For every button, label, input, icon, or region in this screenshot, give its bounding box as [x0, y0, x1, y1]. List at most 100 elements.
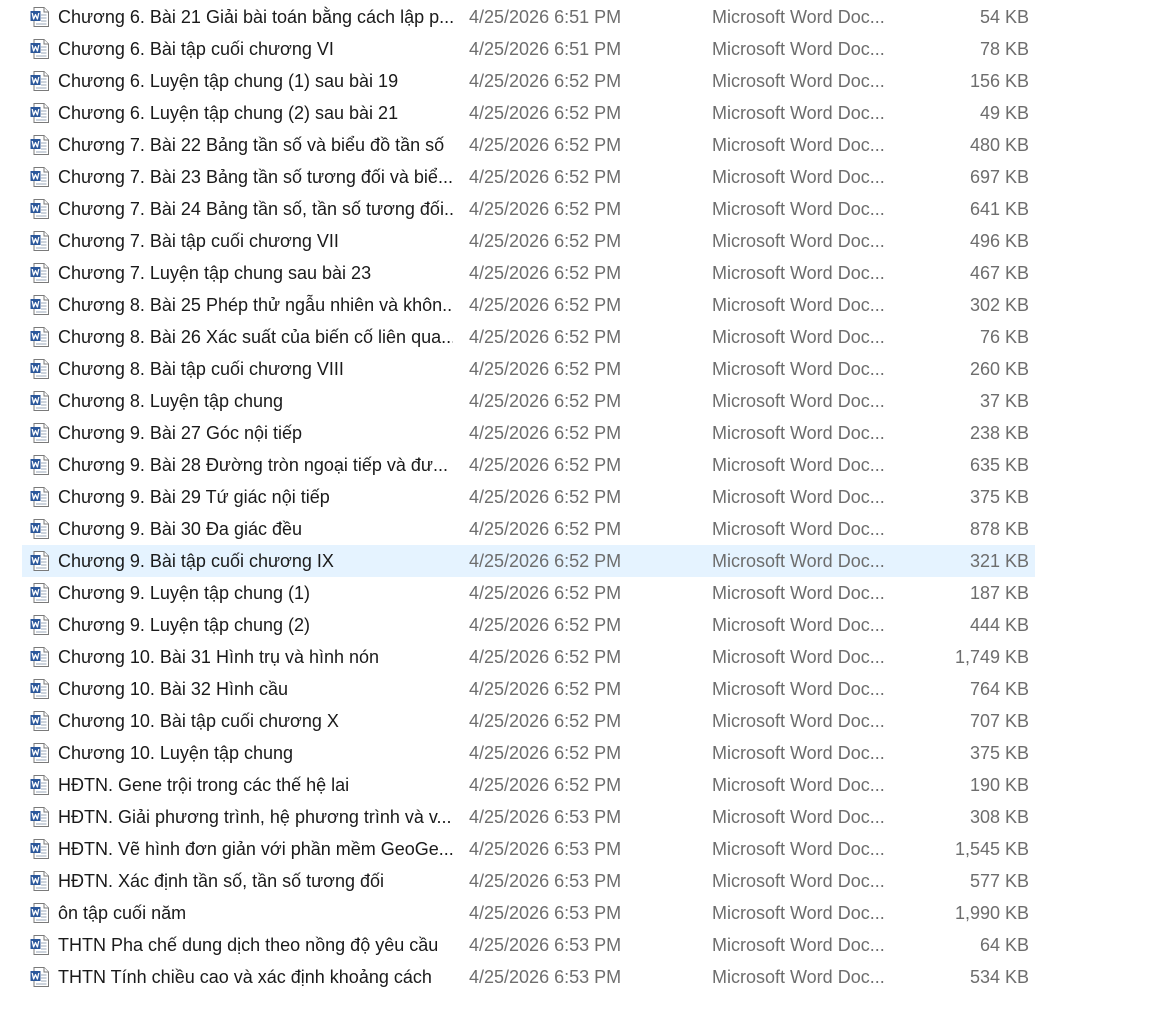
file-row[interactable]: THTN Pha chế dung dịch theo nồng độ yêu …: [0, 929, 1159, 961]
file-type: Microsoft Word Doc...: [712, 903, 885, 923]
file-row[interactable]: Chương 6. Bài 21 Giải bài toán bằng cách…: [0, 1, 1159, 33]
file-type: Microsoft Word Doc...: [712, 519, 885, 539]
word-document-icon: [30, 679, 49, 699]
file-row[interactable]: Chương 7. Luyện tập chung sau bài 23 4/2…: [0, 257, 1159, 289]
file-size: 534 KB: [969, 967, 1029, 987]
word-document-icon: [30, 71, 49, 91]
file-type: Microsoft Word Doc...: [712, 679, 885, 699]
file-row[interactable]: Chương 7. Bài 22 Bảng tần số và biểu đồ …: [0, 129, 1159, 161]
word-document-icon: [30, 199, 49, 219]
file-date-modified: 4/25/2026 6:52 PM: [469, 679, 622, 699]
file-name: HĐTN. Gene trội trong các thế hệ lai: [58, 775, 350, 795]
word-document-icon: [30, 935, 49, 955]
file-size: 496 KB: [969, 231, 1029, 251]
file-date-modified: 4/25/2026 6:52 PM: [469, 455, 622, 475]
file-name: Chương 10. Bài 32 Hình cầu: [58, 679, 288, 699]
file-row[interactable]: Chương 6. Luyện tập chung (2) sau bài 21…: [0, 97, 1159, 129]
file-type: Microsoft Word Doc...: [712, 871, 885, 891]
word-document-icon: [30, 167, 49, 187]
file-row[interactable]: Chương 10. Bài tập cuối chương X 4/25/20…: [0, 705, 1159, 737]
file-row[interactable]: HĐTN. Vẽ hình đơn giản với phần mềm GeoG…: [0, 833, 1159, 865]
file-name: Chương 7. Bài tập cuối chương VII: [58, 231, 339, 251]
file-type: Microsoft Word Doc...: [712, 103, 885, 123]
word-document-icon: [30, 647, 49, 667]
file-type: Microsoft Word Doc...: [712, 263, 885, 283]
file-row[interactable]: Chương 9. Bài 30 Đa giác đều 4/25/2026 6…: [0, 513, 1159, 545]
file-name: THTN Tính chiều cao và xác định khoảng c…: [58, 967, 432, 987]
file-size: 187 KB: [969, 583, 1029, 603]
file-date-modified: 4/25/2026 6:53 PM: [469, 839, 622, 859]
file-row[interactable]: Chương 6. Luyện tập chung (1) sau bài 19…: [0, 65, 1159, 97]
file-date-modified: 4/25/2026 6:53 PM: [469, 903, 622, 923]
file-type: Microsoft Word Doc...: [712, 199, 885, 219]
file-date-modified: 4/25/2026 6:53 PM: [469, 935, 622, 955]
word-document-icon: [30, 871, 49, 891]
file-name: Chương 9. Bài tập cuối chương IX: [58, 551, 334, 571]
file-row[interactable]: Chương 7. Bài tập cuối chương VII 4/25/2…: [0, 225, 1159, 257]
file-date-modified: 4/25/2026 6:52 PM: [469, 551, 622, 571]
file-row[interactable]: Chương 9. Luyện tập chung (2) 4/25/2026 …: [0, 609, 1159, 641]
file-row[interactable]: Chương 10. Bài 32 Hình cầu 4/25/2026 6:5…: [0, 673, 1159, 705]
file-date-modified: 4/25/2026 6:52 PM: [469, 327, 622, 347]
file-row[interactable]: HĐTN. Xác định tần số, tần số tương đối …: [0, 865, 1159, 897]
word-document-icon: [30, 359, 49, 379]
word-document-icon: [30, 327, 49, 347]
file-size: 1,749 KB: [954, 647, 1029, 667]
file-type: Microsoft Word Doc...: [712, 487, 885, 507]
file-row[interactable]: THTN Tính chiều cao và xác định khoảng c…: [0, 961, 1159, 993]
file-type: Microsoft Word Doc...: [712, 71, 885, 91]
word-document-icon: [30, 743, 49, 763]
file-size: 635 KB: [969, 455, 1029, 475]
file-date-modified: 4/25/2026 6:52 PM: [469, 487, 622, 507]
file-size: 37 KB: [979, 391, 1029, 411]
word-document-icon: [30, 967, 49, 987]
word-document-icon: [30, 551, 49, 571]
file-row[interactable]: Chương 8. Bài 26 Xác suất của biến cố li…: [0, 321, 1159, 353]
word-document-icon: [30, 839, 49, 859]
file-row[interactable]: Chương 7. Bài 23 Bảng tần số tương đối v…: [0, 161, 1159, 193]
file-row[interactable]: HĐTN. Gene trội trong các thế hệ lai 4/2…: [0, 769, 1159, 801]
file-date-modified: 4/25/2026 6:52 PM: [469, 167, 622, 187]
file-date-modified: 4/25/2026 6:52 PM: [469, 359, 622, 379]
file-type: Microsoft Word Doc...: [712, 839, 885, 859]
word-document-icon: [30, 903, 49, 923]
file-row[interactable]: Chương 9. Bài 28 Đường tròn ngoại tiếp v…: [0, 449, 1159, 481]
file-name: Chương 10. Luyện tập chung: [58, 743, 294, 763]
file-type: Microsoft Word Doc...: [712, 935, 885, 955]
file-type: Microsoft Word Doc...: [712, 7, 885, 27]
file-row[interactable]: Chương 9. Bài 27 Góc nội tiếp 4/25/2026 …: [0, 417, 1159, 449]
file-row[interactable]: Chương 8. Luyện tập chung 4/25/2026 6:52…: [0, 385, 1159, 417]
file-row[interactable]: Chương 9. Bài tập cuối chương IX 4/25/20…: [0, 545, 1159, 577]
file-size: 238 KB: [969, 423, 1029, 443]
file-row[interactable]: Chương 9. Luyện tập chung (1) 4/25/2026 …: [0, 577, 1159, 609]
file-size: 260 KB: [969, 359, 1029, 379]
file-row[interactable]: Chương 10. Luyện tập chung 4/25/2026 6:5…: [0, 737, 1159, 769]
file-row[interactable]: Chương 9. Bài 29 Tứ giác nội tiếp 4/25/2…: [0, 481, 1159, 513]
file-date-modified: 4/25/2026 6:51 PM: [469, 7, 622, 27]
file-name: Chương 9. Bài 29 Tứ giác nội tiếp: [58, 487, 330, 507]
file-date-modified: 4/25/2026 6:52 PM: [469, 263, 622, 283]
file-date-modified: 4/25/2026 6:52 PM: [469, 423, 622, 443]
file-name: Chương 8. Bài tập cuối chương VIII: [58, 359, 344, 379]
file-row[interactable]: Chương 10. Bài 31 Hình trụ và hình nón 4…: [0, 641, 1159, 673]
file-date-modified: 4/25/2026 6:52 PM: [469, 391, 622, 411]
file-row[interactable]: HĐTN. Giải phương trình, hệ phương trình…: [0, 801, 1159, 833]
file-name: Chương 7. Bài 22 Bảng tần số và biểu đồ …: [58, 135, 445, 155]
file-size: 302 KB: [969, 295, 1029, 315]
file-type: Microsoft Word Doc...: [712, 967, 885, 987]
file-type: Microsoft Word Doc...: [712, 423, 885, 443]
file-date-modified: 4/25/2026 6:52 PM: [469, 583, 622, 603]
file-name: Chương 9. Bài 27 Góc nội tiếp: [58, 423, 302, 443]
word-document-icon: [30, 263, 49, 283]
file-row[interactable]: Chương 8. Bài 25 Phép thử ngẫu nhiên và …: [0, 289, 1159, 321]
file-size: 707 KB: [969, 711, 1029, 731]
file-size: 156 KB: [969, 71, 1029, 91]
word-document-icon: [30, 711, 49, 731]
word-document-icon: [30, 583, 49, 603]
file-row[interactable]: Chương 8. Bài tập cuối chương VIII 4/25/…: [0, 353, 1159, 385]
file-row[interactable]: ôn tập cuối năm 4/25/2026 6:53 PM Micros…: [0, 897, 1159, 929]
file-row[interactable]: Chương 7. Bài 24 Bảng tần số, tần số tươ…: [0, 193, 1159, 225]
file-row[interactable]: Chương 6. Bài tập cuối chương VI 4/25/20…: [0, 33, 1159, 65]
file-name: Chương 6. Luyện tập chung (1) sau bài 19: [58, 71, 399, 91]
word-document-icon: [30, 775, 49, 795]
